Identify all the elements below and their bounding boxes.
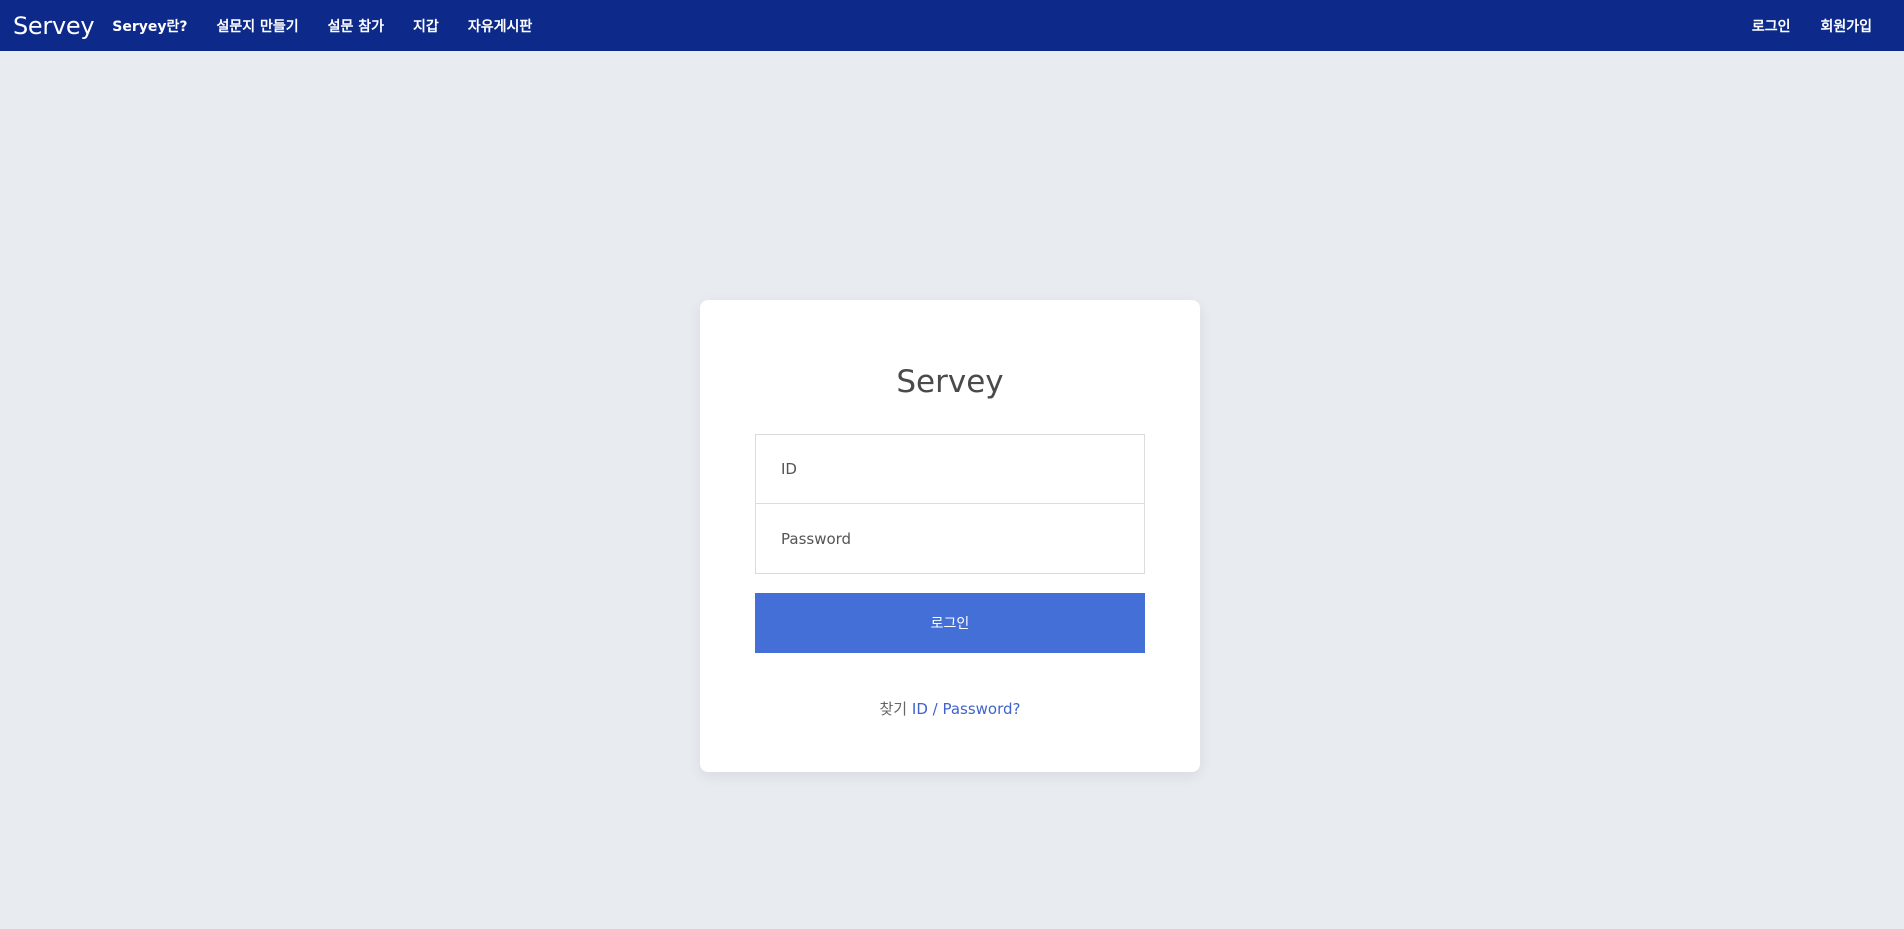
nav-wallet[interactable]: 지갑: [413, 16, 439, 36]
login-title: Servey: [896, 364, 1004, 400]
brand-logo[interactable]: Servey: [13, 12, 95, 40]
nav-create-survey[interactable]: 설문지 만들기: [216, 16, 298, 36]
find-id-password-link[interactable]: ID / Password?: [912, 700, 1021, 718]
password-input[interactable]: [755, 504, 1145, 574]
login-card: Servey 로그인 찾기 ID / Password?: [700, 300, 1200, 772]
id-input[interactable]: [755, 434, 1145, 504]
login-fields: [755, 434, 1145, 574]
nav-join-survey[interactable]: 설문 참가: [328, 16, 384, 36]
nav-free-board[interactable]: 자유게시판: [468, 16, 532, 36]
login-button[interactable]: 로그인: [755, 593, 1145, 653]
top-navbar: Servey Seryey란? 설문지 만들기 설문 참가 지갑 자유게시판 로…: [0, 0, 1904, 51]
find-account-row: 찾기 ID / Password?: [700, 698, 1200, 719]
nav-account: 로그인 회원가입: [1722, 16, 1872, 36]
find-prefix: 찾기: [879, 700, 908, 718]
nav-menu: Seryey란? 설문지 만들기 설문 참가 지갑 자유게시판: [112, 16, 561, 36]
nav-about[interactable]: Seryey란?: [112, 16, 187, 36]
nav-login[interactable]: 로그인: [1752, 16, 1791, 36]
nav-signup[interactable]: 회원가입: [1820, 16, 1872, 36]
